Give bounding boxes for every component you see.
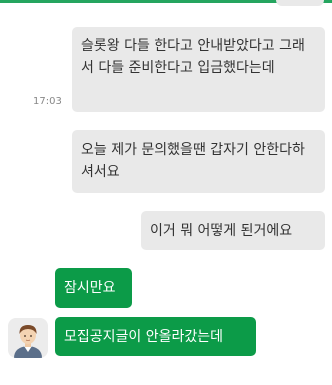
- message-timestamp: 17:03: [33, 96, 62, 107]
- message-text: 이거 뭐 어떻게 된거에요: [150, 223, 293, 239]
- person-avatar-icon[interactable]: [8, 318, 48, 358]
- incoming-message-bubble: 잠시만요: [55, 268, 132, 308]
- message-text: 슬롯왕 다들 한다고 안내받았다고 그래서 다들 준비한다고 입금했다는데: [81, 38, 305, 76]
- outgoing-message-bubble: 슬롯왕 다들 한다고 안내받았다고 그래서 다들 준비한다고 입금했다는데: [72, 27, 325, 112]
- outgoing-message-bubble: 이거 뭐 어떻게 된거에요: [141, 211, 325, 250]
- message-text: 오늘 제가 문의했을땐 갑자기 안한다하셔서요: [81, 142, 305, 180]
- incoming-message-bubble: 모집공지글이 안올라갔는데: [55, 317, 256, 356]
- outgoing-message-bubble: 오늘 제가 문의했을땐 갑자기 안한다하셔서요: [72, 130, 325, 193]
- previous-message-bubble: [276, 0, 324, 6]
- message-text: 모집공지글이 안올라갔는데: [64, 329, 224, 345]
- message-text: 잠시만요: [64, 280, 116, 296]
